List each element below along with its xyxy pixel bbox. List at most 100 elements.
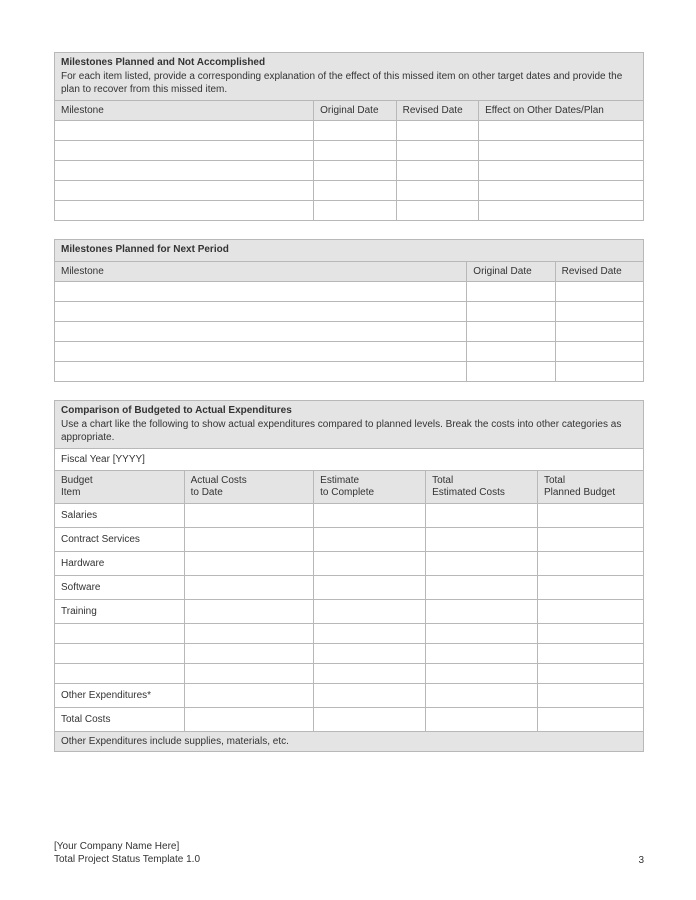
budget-item: Software (55, 576, 185, 600)
cell[interactable] (537, 504, 643, 528)
cell[interactable] (184, 600, 314, 624)
table-row: Total Costs (55, 708, 644, 732)
cell[interactable] (537, 708, 643, 732)
cell[interactable] (396, 181, 478, 201)
fiscal-year-cell[interactable]: Fiscal Year [YYYY] (55, 449, 644, 471)
section2-header: Milestones Planned for Next Period (55, 240, 644, 262)
cell[interactable] (184, 624, 314, 644)
table-row: Contract Services (55, 528, 644, 552)
cell[interactable] (537, 624, 643, 644)
table-row (55, 302, 644, 322)
budget-item: Training (55, 600, 185, 624)
cell[interactable] (467, 302, 555, 322)
table-row (55, 362, 644, 382)
col-header: Revised Date (396, 101, 478, 121)
cell[interactable] (55, 121, 314, 141)
cell[interactable] (184, 552, 314, 576)
cell[interactable] (314, 684, 426, 708)
cell[interactable] (426, 708, 538, 732)
cell[interactable] (479, 141, 644, 161)
cell[interactable] (555, 282, 643, 302)
cell[interactable] (55, 161, 314, 181)
cell[interactable] (184, 528, 314, 552)
cell[interactable] (184, 644, 314, 664)
cell[interactable] (314, 624, 426, 644)
cell[interactable] (55, 282, 467, 302)
cell[interactable] (184, 504, 314, 528)
cell[interactable] (426, 552, 538, 576)
page-footer: [Your Company Name Here] Total Project S… (0, 800, 696, 886)
cell[interactable] (55, 302, 467, 322)
table-row (55, 121, 644, 141)
cell[interactable] (55, 181, 314, 201)
table-row (55, 644, 644, 664)
budget-item[interactable] (55, 664, 185, 684)
cell[interactable] (467, 362, 555, 382)
cell[interactable] (479, 201, 644, 221)
cell[interactable] (314, 708, 426, 732)
cell[interactable] (426, 624, 538, 644)
budget-item[interactable] (55, 624, 185, 644)
cell[interactable] (396, 161, 478, 181)
cell[interactable] (314, 504, 426, 528)
budget-item[interactable] (55, 644, 185, 664)
cell[interactable] (537, 576, 643, 600)
table-row (55, 181, 644, 201)
col-header: Actual Coststo Date (184, 471, 314, 504)
cell[interactable] (396, 201, 478, 221)
col-header: Original Date (314, 101, 396, 121)
cell[interactable] (314, 161, 396, 181)
table-row: Hardware (55, 552, 644, 576)
cell[interactable] (426, 528, 538, 552)
cell[interactable] (426, 684, 538, 708)
col-header: Revised Date (555, 262, 643, 282)
cell[interactable] (314, 552, 426, 576)
cell[interactable] (396, 141, 478, 161)
cell[interactable] (467, 282, 555, 302)
cell[interactable] (426, 576, 538, 600)
cell[interactable] (537, 664, 643, 684)
cell[interactable] (314, 600, 426, 624)
table-row (55, 282, 644, 302)
cell[interactable] (55, 201, 314, 221)
cell[interactable] (55, 362, 467, 382)
cell[interactable] (184, 684, 314, 708)
cell[interactable] (537, 552, 643, 576)
cell[interactable] (479, 161, 644, 181)
table-row (55, 624, 644, 644)
cell[interactable] (55, 141, 314, 161)
cell[interactable] (55, 342, 467, 362)
cell[interactable] (426, 664, 538, 684)
cell[interactable] (314, 576, 426, 600)
cell[interactable] (314, 141, 396, 161)
section3-desc: Use a chart like the following to show a… (61, 418, 637, 444)
cell[interactable] (555, 322, 643, 342)
cell[interactable] (537, 644, 643, 664)
cell[interactable] (426, 600, 538, 624)
cell[interactable] (426, 504, 538, 528)
cell[interactable] (426, 644, 538, 664)
cell[interactable] (314, 528, 426, 552)
cell[interactable] (314, 644, 426, 664)
cell[interactable] (396, 121, 478, 141)
cell[interactable] (184, 708, 314, 732)
cell[interactable] (184, 664, 314, 684)
milestones-next-period-table: Milestones Planned for Next Period Miles… (54, 239, 644, 382)
cell[interactable] (467, 322, 555, 342)
cell[interactable] (184, 576, 314, 600)
cell[interactable] (555, 302, 643, 322)
cell[interactable] (467, 342, 555, 362)
cell[interactable] (537, 684, 643, 708)
cell[interactable] (314, 664, 426, 684)
cell[interactable] (479, 181, 644, 201)
cell[interactable] (55, 322, 467, 342)
cell[interactable] (537, 600, 643, 624)
cell[interactable] (314, 201, 396, 221)
cell[interactable] (314, 121, 396, 141)
cell[interactable] (537, 528, 643, 552)
cell[interactable] (555, 342, 643, 362)
table-row (55, 141, 644, 161)
cell[interactable] (555, 362, 643, 382)
cell[interactable] (314, 181, 396, 201)
cell[interactable] (479, 121, 644, 141)
